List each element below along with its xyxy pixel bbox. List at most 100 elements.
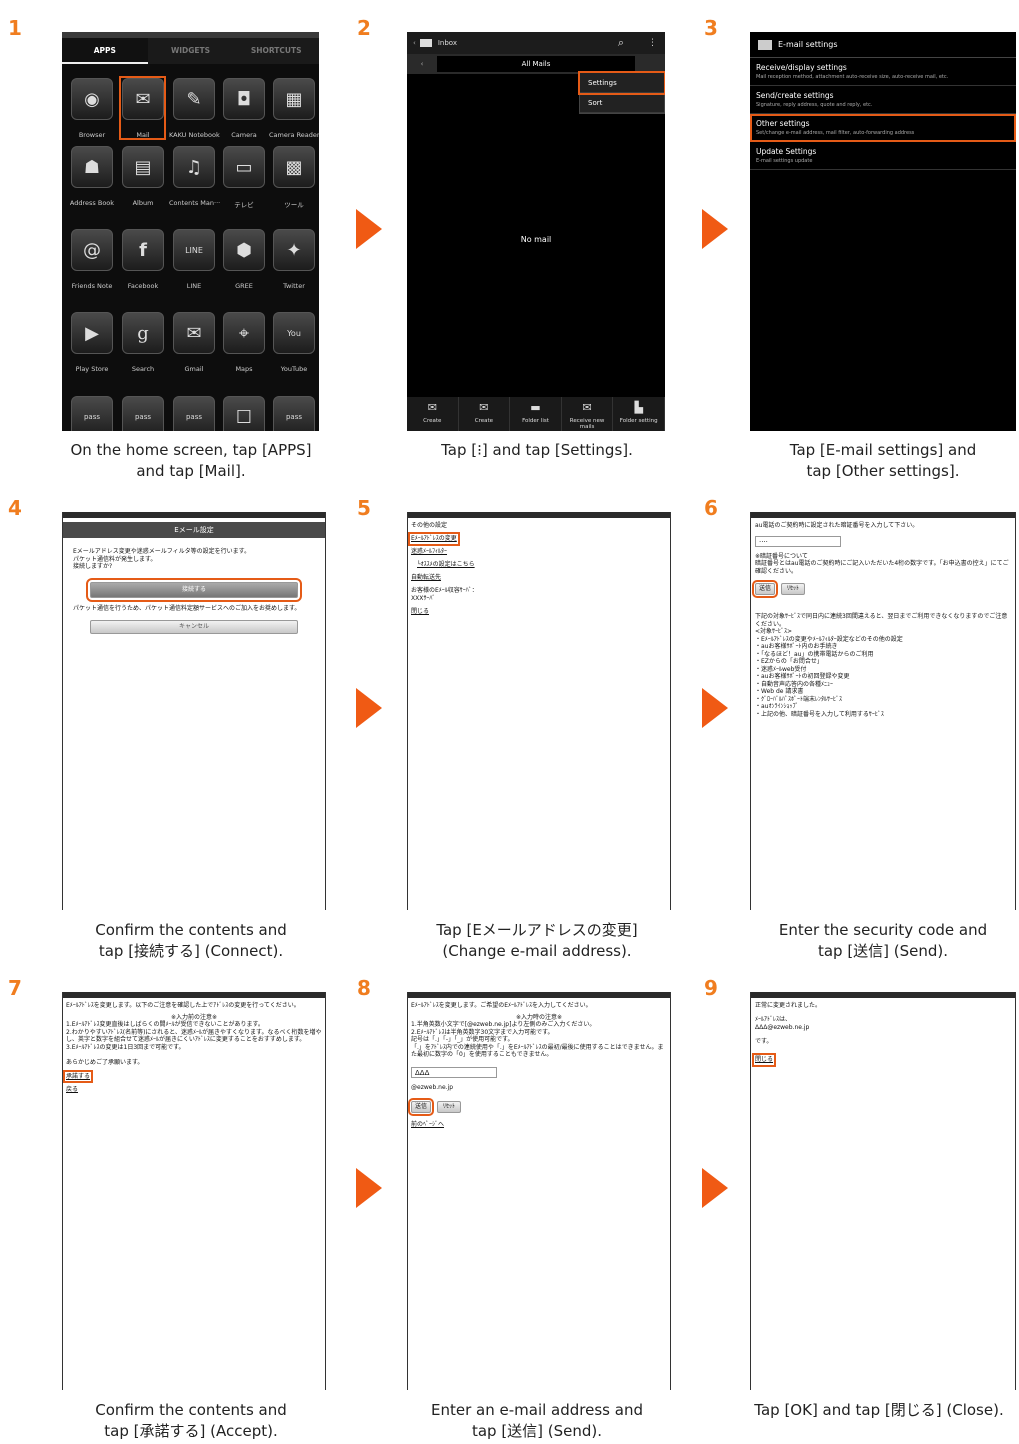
folder-icon: ▬ <box>530 401 541 414</box>
settings-item-update[interactable]: Update Settings E-mail settings update <box>750 142 1016 170</box>
menu-item-sort[interactable]: Sort <box>580 93 664 113</box>
prev-folder-icon[interactable]: ‹ <box>407 60 437 68</box>
overflow-menu: Settings Sort <box>578 71 665 114</box>
folder-setting-button[interactable]: ▙ Folder setting <box>613 397 665 431</box>
app-gree[interactable]: ⬢ GREE <box>219 229 269 290</box>
screen-email-settings: E-mail settings Receive/display settings… <box>750 32 1016 431</box>
folder-list-button[interactable]: ▬ Folder list <box>510 397 562 431</box>
app-contents-manager[interactable]: ♫ Contents Man··· <box>169 146 220 207</box>
tab-apps[interactable]: APPS <box>62 38 148 64</box>
settings-item-other[interactable]: Other settings Set/change e-mail address,… <box>750 114 1016 142</box>
tab-widgets[interactable]: WIDGETS <box>148 38 234 64</box>
spam-filter-link[interactable]: 迷惑ﾒｰﾙﾌｨﾙﾀｰ <box>411 548 667 556</box>
app-album[interactable]: ▤ Album <box>118 146 168 207</box>
app-twitter[interactable]: ✦ Twitter <box>269 229 319 290</box>
server-label: お客様のEﾒｰﾙ収容ｻｰﾊﾞ： <box>411 587 478 594</box>
settings-item-send[interactable]: Send/create settings Signature, reply add… <box>750 86 1016 114</box>
change-address-link[interactable]: Eﾒｰﾙｱﾄﾞﾚｽの変更 <box>408 532 460 546</box>
app-play-store[interactable]: ▶ Play Store <box>67 312 117 373</box>
tab-bar: APPS WIDGETS SHORTCUTS <box>62 38 319 64</box>
pin-input[interactable]: ···· <box>755 535 841 547</box>
app-kaku-notebook[interactable]: ✎ KAKU Notebook <box>169 78 220 139</box>
step-number: 7 <box>8 976 22 1000</box>
twitter-icon: ✦ <box>273 229 315 271</box>
app-tools[interactable]: ▩ ツール <box>269 146 319 209</box>
maps-icon: ⌖ <box>223 312 265 354</box>
app-pass[interactable]: pass <box>118 396 168 431</box>
step-caption: Tap [E-mail settings] and tap [Other sett… <box>789 441 977 480</box>
receive-new-mails-button[interactable]: ✉ Receive new mails <box>562 397 614 431</box>
connect-button[interactable]: 接続する <box>86 578 302 602</box>
send-button[interactable]: 送信 <box>752 580 778 598</box>
search-icon[interactable]: ⌕ <box>618 36 624 50</box>
pass-icon: pass <box>273 396 315 431</box>
page-header: Eメール設定 <box>63 522 325 538</box>
accept-link[interactable]: 承諾する <box>63 1069 94 1083</box>
screen-inbox: ‹ Inbox ⌕ ⋮ ‹ All Mails Settings Sort No… <box>407 32 665 431</box>
step-caption: Tap [Eメールアドレスの変更] (Change e-mail address)… <box>436 921 638 960</box>
create-button[interactable]: ✉ Create <box>407 397 459 431</box>
settings-item-receive[interactable]: Receive/display settings Mail reception m… <box>750 58 1016 86</box>
screen-change-complete: 正常に変更されました。 ﾒｰﾙｱﾄﾞﾚｽは、 ΔΔΔ@ezweb.ne.jp で… <box>750 992 1016 1390</box>
tab-shortcuts[interactable]: SHORTCUTS <box>233 38 319 64</box>
app-address-book[interactable]: ☗ Address Book <box>67 146 117 207</box>
folder-name: All Mails <box>437 56 635 72</box>
prev-page-link[interactable]: 前のﾍﾟｰｼﾞへ <box>411 1121 667 1129</box>
send-button[interactable]: 送信 <box>408 1098 434 1116</box>
step-number: 6 <box>704 496 718 520</box>
back-link[interactable]: 戻る <box>66 1086 322 1094</box>
next-arrow-icon <box>356 209 382 249</box>
address-input[interactable]: ΔΔΔ <box>411 1066 497 1078</box>
app-book[interactable]: ☐ <box>219 396 269 431</box>
reset-button[interactable]: ﾘｾｯﾄ <box>437 1101 461 1113</box>
cancel-button[interactable]: キャンセル <box>90 620 298 634</box>
auto-forward-link[interactable]: 自動転送先 <box>411 574 667 582</box>
globe-icon: ◉ <box>71 78 113 120</box>
app-tv[interactable]: ▭ テレビ <box>219 146 269 209</box>
pin-prompt: au電話のご契約時に設定された暗証番号を入力して下さい。 <box>755 522 919 529</box>
next-arrow-icon <box>356 688 382 728</box>
app-maps[interactable]: ⌖ Maps <box>219 312 269 373</box>
music-icon: ♫ <box>173 146 215 188</box>
inbox-title: Inbox <box>437 39 457 47</box>
app-pass[interactable]: pass <box>169 396 219 431</box>
menu-item-settings[interactable]: Settings <box>578 71 665 95</box>
app-camera[interactable]: ◘ Camera <box>219 78 269 139</box>
packet-note: パケット通信を行うため、パケット通信料定額サービスへのご加入をお奨めします。 <box>73 605 301 612</box>
app-browser[interactable]: ◉ Browser <box>67 78 117 139</box>
step-caption: Confirm the contents and tap [接続する] (Conn… <box>95 921 287 960</box>
app-friends-note[interactable]: @ Friends Note <box>67 229 117 290</box>
app-search[interactable]: g Search <box>118 312 168 373</box>
create-button[interactable]: ✉ Create <box>459 397 511 431</box>
create-mail-icon: ✉ <box>479 401 489 414</box>
reset-button[interactable]: ﾘｾｯﾄ <box>781 583 805 595</box>
overflow-menu-icon[interactable]: ⋮ <box>648 38 657 48</box>
app-pass[interactable]: pass <box>67 396 117 431</box>
screen-change-notice: Eﾒｰﾙｱﾄﾞﾚｽを変更します。以下のご注意を確認した上でｱﾄﾞﾚｽの変更を行っ… <box>62 992 326 1390</box>
app-line[interactable]: LINE LINE <box>169 229 219 290</box>
app-camera-reader[interactable]: ▦ Camera Reader <box>269 78 319 139</box>
mail-highlight <box>119 76 166 140</box>
app-facebook[interactable]: f Facebook <box>118 229 168 290</box>
play-store-icon: ▶ <box>71 312 113 354</box>
book-icon: ☐ <box>223 396 265 431</box>
mail-icon <box>419 39 432 47</box>
camera-reader-icon: ▦ <box>273 78 315 120</box>
step-number: 5 <box>357 496 371 520</box>
close-link[interactable]: 閉じる <box>751 1053 777 1067</box>
gree-icon: ⬢ <box>223 229 265 271</box>
app-gmail[interactable]: ✉ Gmail <box>169 312 219 373</box>
app-youtube[interactable]: You YouTube <box>269 312 319 373</box>
create-mail-icon: ✉ <box>427 401 437 414</box>
step-caption: Confirm the contents and tap [承諾する] (Acce… <box>95 1401 287 1440</box>
tv-icon: ▭ <box>223 146 265 188</box>
gmail-icon: ✉ <box>173 312 215 354</box>
back-icon[interactable]: ‹ <box>413 39 416 47</box>
app-pass[interactable]: pass <box>269 396 319 431</box>
empty-message: No mail <box>520 235 552 244</box>
step-number: 3 <box>704 16 718 40</box>
close-link[interactable]: 閉じる <box>411 608 667 616</box>
recommended-settings-link[interactable]: └ｵｽｽﾒの設定はこちら <box>411 561 667 569</box>
pass-icon: pass <box>173 396 215 431</box>
tools-icon: ▩ <box>273 146 315 188</box>
